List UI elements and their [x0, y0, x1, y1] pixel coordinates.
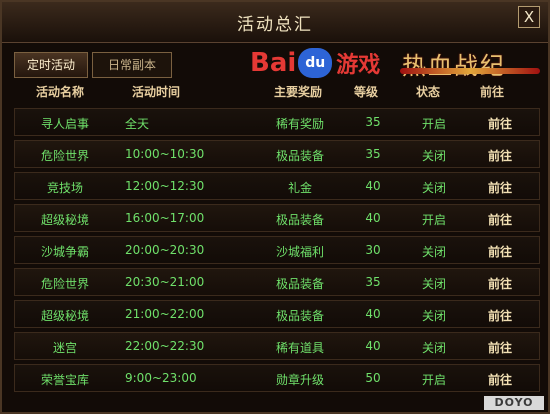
table-row: 竞技场 12:00~12:30 礼金 40 关闭 前往 [14, 172, 540, 200]
row-status: 开启 [421, 213, 446, 227]
tab-daily-dungeon[interactable]: 日常副本 [92, 52, 172, 78]
table-row: 寻人启事 全天 稀有奖励 35 开启 前往 [14, 108, 540, 136]
row-time: 16:00~17:00 [125, 211, 205, 225]
row-time: 22:00~22:30 [125, 339, 205, 353]
window-title: 活动总汇 [237, 15, 313, 35]
row-status: 开启 [421, 117, 446, 131]
row-time: 12:00~12:30 [125, 179, 205, 193]
row-reward: 极品装备 [275, 149, 324, 163]
row-status: 关闭 [421, 341, 446, 355]
row-name: 迷宫 [52, 341, 77, 355]
row-go-button[interactable]: 前往 [475, 339, 525, 356]
table-row: 超级秘境 16:00~17:00 极品装备 40 开启 前往 [14, 204, 540, 232]
row-go-button[interactable]: 前往 [475, 147, 525, 164]
row-level: 40 [365, 179, 381, 193]
row-status: 开启 [421, 373, 446, 387]
row-reward: 极品装备 [275, 309, 324, 323]
row-time: 10:00~10:30 [125, 147, 205, 161]
table-row: 危险世界 10:00~10:30 极品装备 35 关闭 前往 [14, 140, 540, 168]
row-time: 9:00~23:00 [125, 371, 197, 385]
row-name: 超级秘境 [40, 309, 89, 323]
header-status: 状态 [416, 85, 441, 99]
row-reward: 稀有道具 [275, 341, 324, 355]
row-level: 35 [365, 115, 381, 129]
row-level: 50 [365, 371, 381, 385]
row-reward: 勋章升级 [275, 373, 324, 387]
row-reward: 极品装备 [275, 277, 324, 291]
table-row: 沙城争霸 20:00~20:30 沙城福利 30 关闭 前往 [14, 236, 540, 264]
table-row: 迷宫 22:00~22:30 稀有道具 40 关闭 前往 [14, 332, 540, 360]
baidu-games-logo: Bai du 游戏 [250, 47, 380, 79]
tab-timed-events[interactable]: 定时活动 [14, 52, 88, 78]
row-reward: 极品装备 [275, 213, 324, 227]
table-row: 荣誉宝库 9:00~23:00 勋章升级 50 开启 前往 [14, 364, 540, 392]
activity-panel: 活动总汇 X 定时活动 日常副本 Bai du 游戏 热血战纪 活动名称 活动时… [0, 0, 550, 414]
baidu-paw-icon: du [298, 48, 333, 78]
baidu-game-text: 游戏 [336, 53, 381, 78]
row-reward: 稀有奖励 [275, 117, 324, 131]
row-status: 关闭 [421, 181, 446, 195]
game-logo-swoosh [400, 68, 540, 74]
row-level: 40 [365, 211, 381, 225]
row-reward: 礼金 [287, 181, 312, 195]
header-name: 活动名称 [36, 85, 85, 99]
row-go-button[interactable]: 前往 [475, 115, 525, 132]
row-level: 35 [365, 147, 381, 161]
header-reward: 主要奖励 [274, 85, 323, 99]
baidu-text: Bai [250, 48, 297, 78]
title-bar: 活动总汇 X [2, 2, 548, 43]
row-level: 30 [365, 243, 381, 257]
row-name: 超级秘境 [40, 213, 89, 227]
row-name: 危险世界 [40, 149, 89, 163]
row-level: 40 [365, 339, 381, 353]
game-logo: 热血战纪 [402, 52, 506, 80]
row-go-button[interactable]: 前往 [475, 307, 525, 324]
row-go-button[interactable]: 前往 [475, 179, 525, 196]
row-name: 荣誉宝库 [40, 373, 89, 387]
row-status: 关闭 [421, 245, 446, 259]
row-name: 沙城争霸 [40, 245, 89, 259]
row-go-button[interactable]: 前往 [475, 275, 525, 292]
doyo-watermark: DOYO [484, 396, 544, 410]
row-status: 关闭 [421, 309, 446, 323]
row-time: 20:30~21:00 [125, 275, 205, 289]
row-status: 关闭 [421, 277, 446, 291]
row-time: 21:00~22:00 [125, 307, 205, 321]
table-row: 危险世界 20:30~21:00 极品装备 35 关闭 前往 [14, 268, 540, 296]
table-header: 活动名称 活动时间 主要奖励 等级 状态 前往 [14, 80, 540, 102]
header-go: 前往 [480, 85, 505, 99]
row-status: 关闭 [421, 149, 446, 163]
row-name: 竞技场 [46, 181, 83, 195]
header-level: 等级 [354, 85, 379, 99]
row-go-button[interactable]: 前往 [475, 211, 525, 228]
row-reward: 沙城福利 [275, 245, 324, 259]
row-go-button[interactable]: 前往 [475, 371, 525, 388]
row-time: 20:00~20:30 [125, 243, 205, 257]
table-row: 超级秘境 21:00~22:00 极品装备 40 关闭 前往 [14, 300, 540, 328]
close-button[interactable]: X [518, 6, 540, 28]
row-time: 全天 [125, 117, 150, 131]
row-name: 寻人启事 [40, 117, 89, 131]
row-level: 40 [365, 307, 381, 321]
header-time: 活动时间 [132, 85, 181, 99]
row-name: 危险世界 [40, 277, 89, 291]
row-level: 35 [365, 275, 381, 289]
row-go-button[interactable]: 前往 [475, 243, 525, 260]
